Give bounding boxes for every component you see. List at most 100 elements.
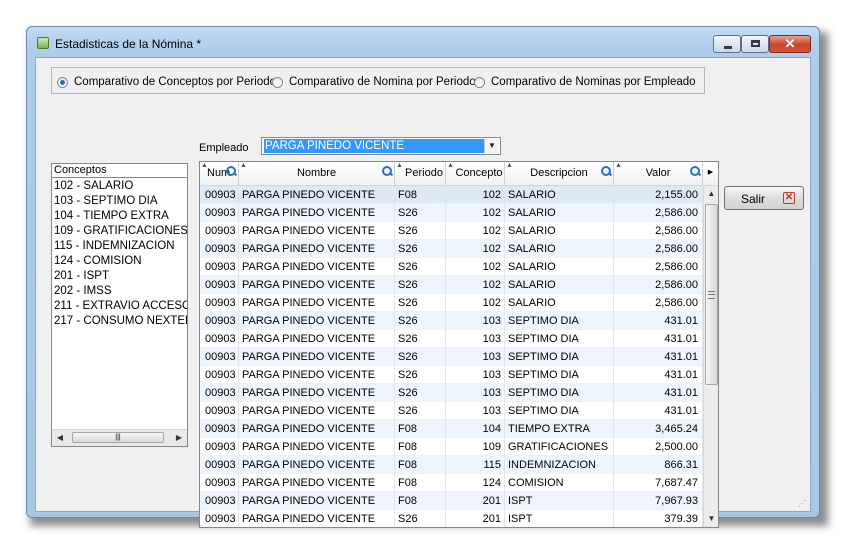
radio-nomina-periodo[interactable]: Comparativo de Nomina por Periodo — [272, 75, 476, 89]
table-row[interactable]: 00903 PARGA PINEDO VICENTE S26 103 SEPTIMO D… — [200, 312, 703, 330]
table-row[interactable]: 00903 PARGA PINEDO VICENTE S26 102 SALARIO 2,… — [200, 276, 703, 294]
table-row[interactable]: 00903 PARGA PINEDO VICENTE S26 102 SALARIO 2,… — [200, 258, 703, 276]
list-item[interactable]: 115 - INDEMNIZACION — [54, 239, 187, 254]
col-header-periodo[interactable]: ▲ Periodo — [395, 162, 446, 185]
col-header-nombre[interactable]: ▲ Nombre — [239, 162, 395, 185]
cell-num[interactable]: 00903 — [200, 366, 239, 384]
scroll-down-icon[interactable]: ▼ — [704, 511, 718, 527]
cell-descripcion[interactable]: INDEMNIZACION — [505, 456, 614, 474]
cell-nombre[interactable]: PARGA PINEDO VICENTE — [239, 492, 395, 510]
col-header-valor[interactable]: ▲ Valor — [614, 162, 703, 185]
cell-valor[interactable]: 866.31 — [614, 456, 703, 474]
scroll-up-icon[interactable]: ▲ — [704, 186, 718, 202]
cell-valor[interactable]: 3,465.24 — [614, 420, 703, 438]
table-row[interactable]: 00903 PARGA PINEDO VICENTE S26 103 SEPTIMO D… — [200, 348, 703, 366]
cell-periodo[interactable]: F08 — [395, 420, 446, 438]
cell-num[interactable]: 00903 — [200, 474, 239, 492]
cell-concepto[interactable]: 109 — [446, 438, 505, 456]
cell-periodo[interactable]: S26 — [395, 312, 446, 330]
cell-descripcion[interactable]: SALARIO — [505, 258, 614, 276]
list-item[interactable]: 211 - EXTRAVIO ACCESORIOS — [54, 299, 187, 314]
cell-concepto[interactable]: 115 — [446, 456, 505, 474]
cell-concepto[interactable]: 102 — [446, 294, 505, 312]
scroll-thumb[interactable] — [705, 204, 718, 385]
table-row[interactable]: 00903 PARGA PINEDO VICENTE S26 103 SEPTIMO D… — [200, 366, 703, 384]
minimize-button[interactable] — [713, 35, 741, 53]
cell-concepto[interactable]: 102 — [446, 186, 505, 204]
cell-nombre[interactable]: PARGA PINEDO VICENTE — [239, 438, 395, 456]
cell-descripcion[interactable]: SALARIO — [505, 222, 614, 240]
cell-concepto[interactable]: 103 — [446, 402, 505, 420]
cell-valor[interactable]: 7,967.93 — [614, 492, 703, 510]
cell-num[interactable]: 00903 — [200, 312, 239, 330]
table-row[interactable]: 00903 PARGA PINEDO VICENTE F08 124 COMISION 7… — [200, 474, 703, 492]
scroll-thumb[interactable]: ||| — [72, 432, 164, 443]
cell-descripcion[interactable]: SEPTIMO DIA — [505, 366, 614, 384]
radio-dot[interactable] — [474, 76, 485, 88]
cell-valor[interactable]: 431.01 — [614, 402, 703, 420]
list-item[interactable]: 201 - ISPT — [54, 269, 187, 284]
table-row[interactable]: 00903 PARGA PINEDO VICENTE F08 115 INDEMNIZA… — [200, 456, 703, 474]
cell-num[interactable]: 00903 — [200, 348, 239, 366]
cell-num[interactable]: 00903 — [200, 204, 239, 222]
cell-valor[interactable]: 7,687.47 — [614, 474, 703, 492]
cell-descripcion[interactable]: TIEMPO EXTRA — [505, 420, 614, 438]
cell-concepto[interactable]: 102 — [446, 204, 505, 222]
cell-descripcion[interactable]: SALARIO — [505, 240, 614, 258]
radio-dot[interactable] — [272, 76, 283, 88]
cell-num[interactable]: 00903 — [200, 258, 239, 276]
cell-concepto[interactable]: 102 — [446, 276, 505, 294]
cell-periodo[interactable]: S26 — [395, 510, 446, 527]
cell-valor[interactable]: 2,586.00 — [614, 276, 703, 294]
cell-periodo[interactable]: F08 — [395, 186, 446, 204]
table-row[interactable]: 00903 PARGA PINEDO VICENTE S26 103 SEPTIMO D… — [200, 330, 703, 348]
resize-grip-icon[interactable]: ⋰ — [798, 499, 808, 509]
grid-vscrollbar[interactable]: ▲ ▼ — [703, 186, 718, 527]
cell-valor[interactable]: 431.01 — [614, 366, 703, 384]
cell-nombre[interactable]: PARGA PINEDO VICENTE — [239, 510, 395, 527]
cell-descripcion[interactable]: SEPTIMO DIA — [505, 348, 614, 366]
cell-num[interactable]: 00903 — [200, 222, 239, 240]
cell-descripcion[interactable]: SEPTIMO DIA — [505, 384, 614, 402]
table-row[interactable]: 00903 PARGA PINEDO VICENTE S26 102 SALARIO 2,… — [200, 222, 703, 240]
cell-num[interactable]: 00903 — [200, 330, 239, 348]
magnifier-icon[interactable] — [601, 166, 611, 176]
list-item[interactable]: 202 - IMSS — [54, 284, 187, 299]
cell-num[interactable]: 00903 — [200, 438, 239, 456]
cell-periodo[interactable]: F08 — [395, 456, 446, 474]
cell-descripcion[interactable]: SEPTIMO DIA — [505, 330, 614, 348]
cell-periodo[interactable]: S26 — [395, 222, 446, 240]
chevron-right-icon[interactable]: ▶ — [703, 168, 718, 176]
cell-nombre[interactable]: PARGA PINEDO VICENTE — [239, 330, 395, 348]
cell-valor[interactable]: 2,586.00 — [614, 294, 703, 312]
cell-nombre[interactable]: PARGA PINEDO VICENTE — [239, 258, 395, 276]
table-row[interactable]: 00903 PARGA PINEDO VICENTE S26 102 SALARIO 2,… — [200, 240, 703, 258]
cell-periodo[interactable]: S26 — [395, 258, 446, 276]
cell-descripcion[interactable]: SALARIO — [505, 204, 614, 222]
cell-valor[interactable]: 2,586.00 — [614, 258, 703, 276]
chevron-down-icon[interactable]: ▼ — [484, 139, 499, 153]
cell-nombre[interactable]: PARGA PINEDO VICENTE — [239, 294, 395, 312]
salir-button[interactable]: Salir ✕ — [724, 186, 804, 210]
table-row[interactable]: 00903 PARGA PINEDO VICENTE F08 102 SALARIO 2,… — [200, 186, 703, 204]
cell-concepto[interactable]: 103 — [446, 384, 505, 402]
cell-descripcion[interactable]: GRATIFICACIONES — [505, 438, 614, 456]
cell-periodo[interactable]: S26 — [395, 384, 446, 402]
table-row[interactable]: 00903 PARGA PINEDO VICENTE F08 109 GRATIFICA… — [200, 438, 703, 456]
cell-valor[interactable]: 431.01 — [614, 384, 703, 402]
concepts-listbox[interactable]: Conceptos 102 - SALARIO 103 - SEPTIMO DI… — [51, 163, 188, 447]
close-button[interactable]: ✕ — [769, 35, 811, 53]
cell-concepto[interactable]: 201 — [446, 492, 505, 510]
sort-icon[interactable]: ▲ — [447, 162, 454, 169]
cell-periodo[interactable]: S26 — [395, 294, 446, 312]
cell-nombre[interactable]: PARGA PINEDO VICENTE — [239, 204, 395, 222]
list-item[interactable]: 109 - GRATIFICACIONES — [54, 224, 187, 239]
cell-descripcion[interactable]: SALARIO — [505, 276, 614, 294]
cell-nombre[interactable]: PARGA PINEDO VICENTE — [239, 276, 395, 294]
list-item[interactable]: 102 - SALARIO — [54, 179, 187, 194]
list-item[interactable]: 217 - CONSUMO NEXTEL — [54, 314, 187, 329]
table-row[interactable]: 00903 PARGA PINEDO VICENTE F08 201 ISPT 7,967… — [200, 492, 703, 510]
cell-concepto[interactable]: 201 — [446, 510, 505, 527]
cell-num[interactable]: 00903 — [200, 186, 239, 204]
cell-num[interactable]: 00903 — [200, 294, 239, 312]
